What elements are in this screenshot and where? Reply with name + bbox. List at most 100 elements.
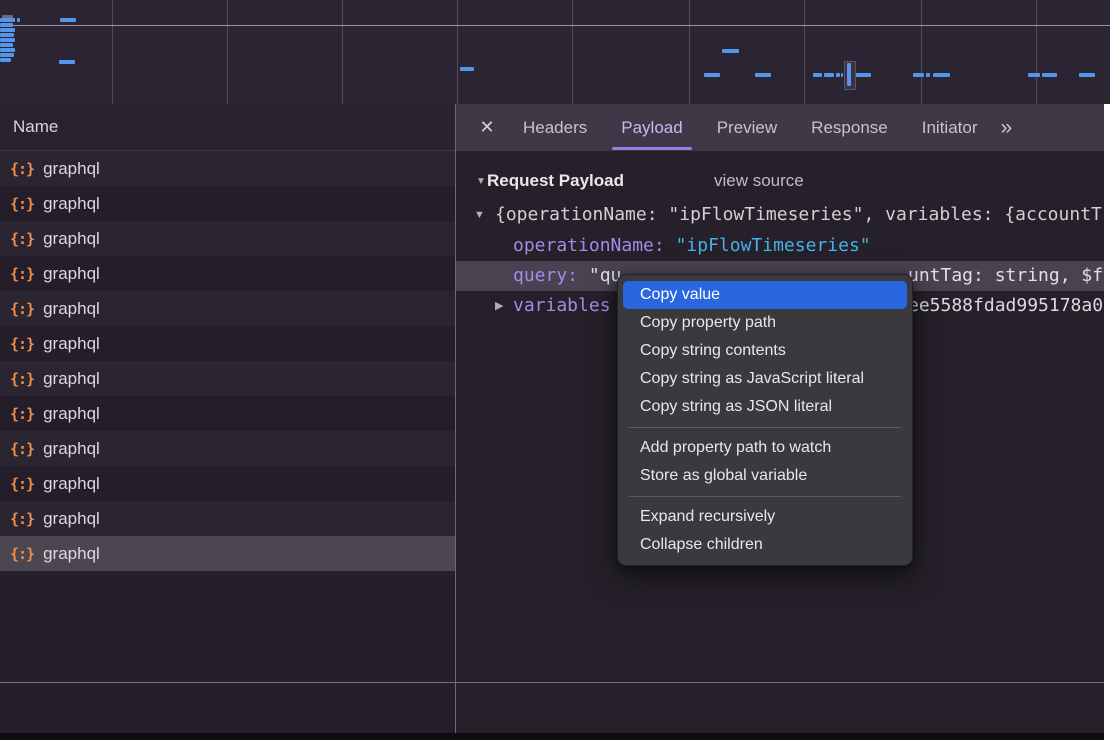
tree-row-operation-name[interactable]: operationName: "ipFlowTimeseries" — [456, 231, 1104, 261]
tab-response[interactable]: Response — [794, 104, 905, 151]
tab-preview[interactable]: Preview — [700, 104, 794, 151]
property-key: variables — [513, 291, 611, 321]
timeline-gridline — [689, 0, 690, 104]
json-file-icon: {:} — [10, 510, 34, 528]
request-list: {:} graphql {:} graphql {:} graphql {:} graphql… — [0, 151, 455, 571]
more-tabs-icon[interactable]: » — [1000, 116, 1012, 140]
timeline-gridline — [921, 0, 922, 104]
tab-headers[interactable]: Headers — [506, 104, 604, 151]
request-name: graphql — [43, 544, 100, 564]
request-name: graphql — [43, 404, 100, 424]
menu-item-store-as-global-variable[interactable]: Store as global variable — [623, 462, 907, 490]
network-request-row[interactable]: {:} graphql — [0, 186, 455, 221]
view-source-link[interactable]: view source — [714, 165, 804, 197]
timeline-bar — [0, 53, 14, 57]
timeline-bar — [913, 73, 924, 77]
menu-item-add-property-path-to-watch[interactable]: Add property path to watch — [623, 434, 907, 462]
network-request-row[interactable]: {:} graphql — [0, 431, 455, 466]
request-name: graphql — [43, 509, 100, 529]
timeline-bar — [824, 73, 834, 77]
timeline-bar — [926, 73, 930, 77]
close-details-button[interactable]: ✕ — [468, 117, 506, 138]
timeline-gridline — [227, 0, 228, 104]
timeline-bar — [17, 18, 20, 22]
devtools-window: Name {:}graphql{:}graphql{:}graphql{:}gr… — [0, 0, 1110, 740]
timeline-gridline — [804, 0, 805, 104]
screen-right-edge — [1104, 104, 1110, 740]
network-overview-timeline[interactable] — [0, 0, 1110, 106]
object-preview-text: {operationName: "ipFlowTimeseries", vari… — [495, 200, 1102, 230]
pane-divider[interactable] — [455, 104, 456, 733]
json-file-icon: {:} — [10, 230, 34, 248]
timeline-bar — [722, 49, 739, 53]
column-header-name[interactable]: Name — [0, 104, 455, 151]
request-name: graphql — [43, 299, 100, 319]
request-name: graphql — [43, 439, 100, 459]
property-key: operationName: — [513, 235, 665, 256]
footer-divider — [0, 682, 1104, 683]
menu-item-copy-property-path[interactable]: Copy property path — [623, 309, 907, 337]
timeline-bar — [460, 67, 474, 71]
timeline-gridline — [1036, 0, 1037, 104]
network-request-row[interactable]: {:}graphql — [0, 326, 455, 361]
json-file-icon: {:} — [10, 265, 34, 283]
collapse-triangle-icon[interactable]: ▼ — [474, 200, 485, 230]
menu-item-copy-string-as-javascript-literal[interactable]: Copy string as JavaScript literal — [623, 365, 907, 393]
request-name: graphql — [43, 159, 100, 179]
timeline-bar — [1042, 73, 1057, 77]
tab-initiator[interactable]: Initiator — [905, 104, 995, 151]
timeline-gridline — [112, 0, 113, 104]
menu-separator — [629, 427, 901, 428]
json-file-icon: {:} — [10, 440, 34, 458]
window-bottom-bar — [0, 733, 1104, 740]
collapse-triangle-icon[interactable]: ▼ — [476, 166, 486, 198]
section-title: Request Payload — [487, 165, 624, 197]
menu-item-expand-recursively[interactable]: Expand recursively — [623, 503, 907, 531]
timeline-baseline — [0, 25, 1110, 26]
menu-item-copy-string-contents[interactable]: Copy string contents — [623, 337, 907, 365]
timeline-bar — [0, 38, 15, 42]
json-file-icon: {:} — [10, 370, 34, 388]
network-request-row[interactable]: {:} graphql — [0, 536, 455, 571]
network-request-row[interactable]: {:}graphql — [0, 221, 455, 256]
network-request-row[interactable]: {:} graphql — [0, 501, 455, 536]
property-value-end: ee5588fdad995178a0 — [908, 291, 1103, 321]
json-file-icon: {:} — [10, 195, 34, 213]
network-request-row[interactable]: {:}graphql — [0, 291, 455, 326]
details-tab-strip: ✕ HeadersPayloadPreviewResponseInitiator… — [456, 104, 1104, 151]
timeline-bar — [0, 18, 15, 22]
network-request-row[interactable]: {:}graphql — [0, 151, 455, 186]
menu-item-collapse-children[interactable]: Collapse children — [623, 531, 907, 559]
json-file-icon: {:} — [10, 335, 34, 353]
json-file-icon: {:} — [10, 475, 34, 493]
menu-item-copy-value[interactable]: Copy value — [623, 281, 907, 309]
menu-item-copy-string-as-json-literal[interactable]: Copy string as JSON literal — [623, 393, 907, 421]
request-name: graphql — [43, 194, 100, 214]
timeline-bar — [0, 58, 11, 62]
network-request-row[interactable]: {:}graphql — [0, 466, 455, 501]
network-request-row[interactable]: {:} graphql — [0, 256, 455, 291]
request-name: graphql — [43, 264, 100, 284]
tab-payload[interactable]: Payload — [604, 104, 699, 151]
menu-separator — [629, 496, 901, 497]
property-key: query: — [513, 265, 578, 286]
timeline-bar — [704, 73, 720, 77]
timeline-bar — [0, 48, 15, 52]
timeline-bar — [1079, 73, 1095, 77]
network-request-row[interactable]: {:} graphql — [0, 361, 455, 396]
timeline-bar — [0, 23, 13, 27]
timeline-bar — [836, 73, 840, 77]
timeline-marker-tick — [847, 63, 851, 86]
network-request-row[interactable]: {:}graphql — [0, 396, 455, 431]
timeline-bar — [0, 43, 13, 47]
tree-row-object-preview[interactable]: ▼ {operationName: "ipFlowTimeseries", va… — [456, 200, 1104, 230]
timeline-bar — [1028, 73, 1040, 77]
timeline-bar — [854, 73, 871, 77]
property-value-end: untTag: string, $f — [908, 261, 1103, 291]
json-file-icon: {:} — [10, 545, 34, 563]
timeline-bar — [0, 28, 15, 32]
timeline-bar — [755, 73, 771, 77]
timeline-bar — [813, 73, 822, 77]
request-name: graphql — [43, 369, 100, 389]
expand-triangle-icon[interactable]: ▶ — [495, 291, 503, 321]
